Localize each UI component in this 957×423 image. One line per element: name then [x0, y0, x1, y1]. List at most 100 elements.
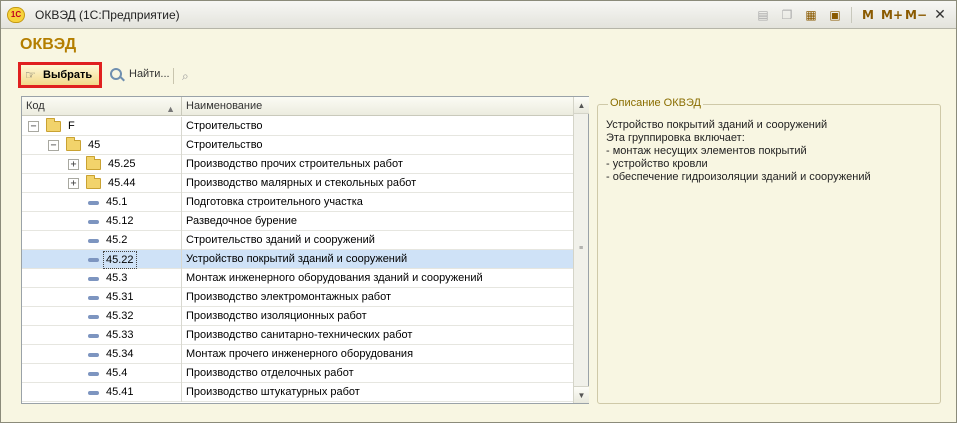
- code-cell: 45.4: [22, 364, 182, 383]
- description-line: - монтаж несущих элементов покрытий: [606, 145, 807, 157]
- separator: [851, 7, 852, 23]
- table-row[interactable]: 45.3 Монтаж инженерного оборудования здан…: [22, 269, 574, 288]
- code-cell: 45.41: [22, 383, 182, 402]
- memory-add-button[interactable]: M+: [881, 5, 903, 25]
- name-cell: Устройство покрытий зданий и сооружений: [186, 253, 408, 265]
- table-row[interactable]: 45.41 Производство штукатурных работ: [22, 383, 574, 402]
- okved-window: 1С ОКВЭД (1С:Предприятие) ▤ ❐ ▦ ▣ M M+ M…: [0, 0, 957, 423]
- table-header: Код ▲ Наименование: [22, 97, 574, 116]
- name-cell: Производство электромонтажных работ: [186, 291, 392, 303]
- code-cell: 45.31: [22, 288, 182, 307]
- app-logo-icon[interactable]: 1С: [7, 7, 25, 23]
- element-icon: [88, 239, 99, 243]
- code-value: 45: [88, 139, 101, 151]
- description-text[interactable]: Устройство покрытий зданий и сооружений Э…: [606, 119, 936, 184]
- column-header-code-label: Код: [26, 100, 45, 112]
- code-value: 45.33: [106, 329, 134, 341]
- code-value: 45.22: [103, 251, 137, 269]
- table-row[interactable]: 45.34 Монтаж прочего инженерного оборудов…: [22, 345, 574, 364]
- command-bar: ☞ Выбрать Найти... ⌕: [18, 61, 618, 91]
- code-value: 45.4: [106, 367, 128, 379]
- code-value: 45.32: [106, 310, 134, 322]
- collapse-icon[interactable]: −: [28, 121, 39, 132]
- name-cell: Производство штукатурных работ: [186, 386, 360, 398]
- table-row[interactable]: 45.12 Разведочное бурение: [22, 212, 574, 231]
- element-icon: [88, 277, 99, 281]
- copy-icon[interactable]: ❐: [777, 5, 797, 25]
- table-row[interactable]: 45.32 Производство изоляционных работ: [22, 307, 574, 326]
- document-icon[interactable]: ▤: [753, 5, 773, 25]
- calendar-icon[interactable]: ▣: [825, 5, 845, 25]
- code-value: 45.3: [106, 272, 128, 284]
- table-row[interactable]: +45.44 Производство малярных и стекольных…: [22, 174, 574, 193]
- description-line: - обеспечение гидроизоляции зданий и соо…: [606, 171, 871, 183]
- name-cell: Строительство: [186, 139, 263, 151]
- name-cell: Производство малярных и стекольных работ: [186, 177, 417, 189]
- okved-tree-table[interactable]: Код ▲ Наименование − F Строительство −45 Стр…: [21, 96, 589, 404]
- cancel-search-icon[interactable]: ⌕: [182, 69, 196, 83]
- close-icon[interactable]: ✕: [930, 5, 950, 25]
- description-panel: Описание ОКВЭД Устройство покрытий здани…: [597, 97, 941, 404]
- form-title: ОКВЭД: [20, 36, 77, 53]
- code-value: F: [68, 120, 75, 132]
- table-row[interactable]: 45.1 Подготовка строительного участка: [22, 193, 574, 212]
- element-icon: [88, 220, 99, 224]
- name-cell: Производство санитарно-технических работ: [186, 329, 413, 341]
- scroll-down-icon[interactable]: ▼: [574, 386, 589, 403]
- table-row[interactable]: 45.22 Устройство покрытий зданий и сооруж…: [22, 250, 574, 269]
- code-cell: +45.44: [22, 174, 182, 193]
- description-caption: Описание ОКВЭД: [608, 97, 703, 109]
- scroll-up-icon[interactable]: ▲: [574, 97, 589, 114]
- calculator-icon[interactable]: ▦: [801, 5, 821, 25]
- select-button-label: Выбрать: [43, 69, 93, 81]
- code-cell: +45.25: [22, 155, 182, 174]
- folder-icon: [86, 175, 101, 189]
- table-row[interactable]: +45.25 Производство прочих строительных р…: [22, 155, 574, 174]
- memory-button[interactable]: M: [858, 5, 878, 25]
- name-cell: Подготовка строительного участка: [186, 196, 363, 208]
- window-title: ОКВЭД (1С:Предприятие): [35, 8, 180, 22]
- code-cell: − 45: [22, 136, 182, 155]
- element-icon: [88, 372, 99, 376]
- code-cell: 45.1: [22, 193, 182, 212]
- name-cell: Производство изоляционных работ: [186, 310, 367, 322]
- vertical-scrollbar[interactable]: ▲ ≡ ▼: [573, 97, 589, 403]
- select-button[interactable]: ☞ Выбрать: [18, 62, 102, 88]
- table-row[interactable]: 45.31 Производство электромонтажных работ: [22, 288, 574, 307]
- element-icon: [88, 334, 99, 338]
- code-value: 45.1: [106, 196, 128, 208]
- name-cell: Строительство: [186, 120, 263, 132]
- code-value: 45.34: [106, 348, 134, 360]
- folder-icon: [66, 137, 81, 151]
- name-cell: Монтаж прочего инженерного оборудования: [186, 348, 414, 360]
- memory-subtract-button[interactable]: M−: [905, 5, 927, 25]
- code-cell: 45.32: [22, 307, 182, 326]
- code-value: 45.44: [108, 177, 136, 189]
- code-cell: 45.12: [22, 212, 182, 231]
- collapse-icon[interactable]: −: [48, 140, 59, 151]
- element-icon: [88, 258, 99, 262]
- name-cell: Производство отделочных работ: [186, 367, 354, 379]
- scroll-thumb[interactable]: ≡: [576, 245, 586, 255]
- code-cell: − F: [22, 117, 182, 136]
- find-button[interactable]: Найти...: [110, 68, 170, 80]
- column-header-code[interactable]: Код ▲: [22, 97, 182, 116]
- table-row[interactable]: − F Строительство: [22, 117, 574, 136]
- table-row[interactable]: − 45 Строительство: [22, 136, 574, 155]
- column-header-name[interactable]: Наименование: [182, 97, 574, 116]
- title-bar-controls: ▤ ❐ ▦ ▣ M M+ M− ✕: [753, 5, 950, 25]
- code-cell: 45.2: [22, 231, 182, 250]
- name-cell: Монтаж инженерного оборудования зданий и…: [186, 272, 483, 284]
- expand-icon[interactable]: +: [68, 159, 79, 170]
- element-icon: [88, 201, 99, 205]
- table-row[interactable]: 45.4 Производство отделочных работ: [22, 364, 574, 383]
- table-row[interactable]: 45.2 Строительство зданий и сооружений: [22, 231, 574, 250]
- code-value: 45.2: [106, 234, 128, 246]
- folder-icon: [46, 118, 61, 132]
- expand-icon[interactable]: +: [68, 178, 79, 189]
- code-value: 45.25: [108, 158, 136, 170]
- folder-icon: [86, 156, 101, 170]
- code-value: 45.31: [106, 291, 134, 303]
- table-row[interactable]: 45.33 Производство санитарно-технических …: [22, 326, 574, 345]
- description-line: Эта группировка включает:: [606, 132, 745, 144]
